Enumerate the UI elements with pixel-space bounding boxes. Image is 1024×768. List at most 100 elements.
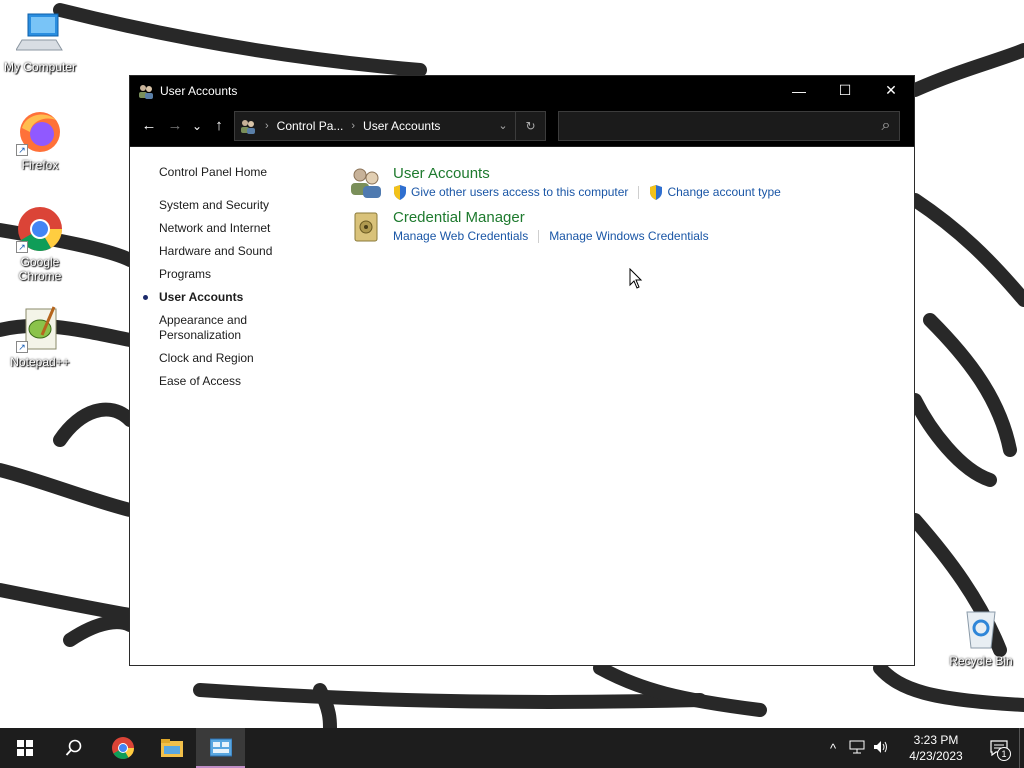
desktop-icon-label: Firefox	[21, 158, 59, 172]
category-credential-manager: Credential Manager Manage Web Credential…	[349, 209, 909, 245]
give-other-users-access-link[interactable]: Give other users access to this computer	[411, 184, 628, 201]
sidebar-item-label: Network and Internet	[159, 221, 271, 235]
control-panel-window: User Accounts — ☐ ✕ ← → ⌄ ↑ › Control Pa…	[129, 75, 915, 666]
show-hidden-icons-chevron-icon[interactable]: ^	[821, 741, 845, 756]
chevron-down-icon: ⌄	[191, 118, 203, 133]
desktop-icon-notepadpp[interactable]: ↗ Notepad++	[0, 305, 80, 369]
category-user-accounts: User Accounts Give other users access to…	[349, 165, 909, 201]
category-title-user-accounts[interactable]: User Accounts	[393, 165, 781, 183]
search-box: ⌕	[558, 110, 900, 141]
category-links: Give other users access to this computer…	[393, 184, 781, 201]
breadcrumb-separator: ›	[351, 119, 356, 132]
mouse-cursor-icon	[629, 268, 643, 289]
sidebar-item-label: Programs	[159, 267, 212, 281]
firefox-icon: ↗	[16, 108, 64, 156]
clock-time: 3:23 PM	[913, 733, 959, 747]
sidebar-item-label: Appearance and Personalization	[159, 313, 248, 342]
sidebar-item-hardware-and-sound[interactable]: Hardware and Sound	[159, 240, 339, 263]
taskbar-file-explorer-button[interactable]	[147, 728, 196, 768]
action-center-button[interactable]: 1	[979, 728, 1019, 768]
taskbar-control-panel-button[interactable]	[196, 728, 245, 768]
forward-arrow-icon: →	[167, 117, 183, 134]
volume-icon[interactable]	[869, 740, 893, 757]
notepadpp-icon: ↗	[16, 305, 64, 353]
desktop-icon-google-chrome[interactable]: ↗ Google Chrome	[0, 205, 80, 283]
close-button[interactable]: ✕	[868, 76, 914, 105]
network-icon[interactable]	[845, 740, 869, 757]
taskbar-chrome-button[interactable]	[98, 728, 147, 768]
sidebar-item-network-and-internet[interactable]: Network and Internet	[159, 217, 339, 240]
clock[interactable]: 3:23 PM 4/23/2023	[899, 732, 973, 764]
link-divider	[538, 230, 540, 243]
control-panel-icon	[209, 738, 232, 757]
sidebar-item-label: User Accounts	[159, 290, 244, 304]
system-tray: ^ 3:23 PM 4/23/2023 1	[821, 728, 1024, 768]
back-arrow-icon: ←	[141, 117, 157, 134]
start-button[interactable]	[0, 728, 49, 768]
desktop-icon-label: Google Chrome	[18, 255, 62, 283]
uac-shield-icon	[394, 185, 406, 200]
start-icon	[16, 740, 33, 756]
category-links: Manage Web Credentials Manage Windows Cr…	[393, 228, 709, 245]
navigation-bar: ← → ⌄ ↑ › Control Pa... › User Accounts …	[130, 105, 914, 147]
user-accounts-icon	[241, 119, 255, 134]
file-explorer-icon	[160, 739, 183, 757]
change-account-type-link[interactable]: Change account type	[667, 184, 780, 201]
taskbar-search-button[interactable]	[49, 728, 98, 768]
desktop-icon-label: Recycle Bin	[949, 654, 1013, 668]
show-desktop-button[interactable]	[1019, 728, 1024, 768]
maximize-icon: ☐	[838, 82, 852, 98]
sidebar-item-label: Ease of Access	[159, 374, 242, 388]
recycle-bin-icon	[957, 604, 1005, 652]
user-accounts-icon[interactable]	[349, 165, 383, 199]
recent-locations-button[interactable]: ⌄	[188, 111, 206, 141]
sidebar-item-user-accounts[interactable]: User Accounts	[143, 286, 339, 309]
search-icon	[65, 739, 81, 756]
sidebar-item-control-panel-home[interactable]: Control Panel Home	[159, 161, 339, 184]
credential-manager-icon[interactable]	[349, 209, 383, 243]
search-icon[interactable]: ⌕	[873, 117, 899, 135]
shortcut-arrow-icon: ↗	[16, 144, 28, 156]
sidebar-item-programs[interactable]: Programs	[159, 263, 339, 286]
minimize-icon: —	[792, 82, 806, 99]
desktop-icon-recycle-bin[interactable]: Recycle Bin	[941, 604, 1021, 668]
sidebar-item-system-and-security[interactable]: System and Security	[159, 194, 339, 217]
desktop-icon-my-computer[interactable]: My Computer	[0, 10, 80, 74]
address-bar[interactable]: › Control Pa... › User Accounts ⌄ ↻	[234, 110, 546, 141]
current-item-bullet-icon	[143, 295, 148, 300]
clock-date: 4/23/2023	[909, 749, 963, 763]
uac-shield-icon	[650, 185, 663, 200]
up-button[interactable]: ↑	[206, 111, 232, 141]
close-icon: ✕	[885, 82, 897, 98]
sidebar-item-ease-of-access[interactable]: Ease of Access	[159, 370, 339, 393]
sidebar-item-label: Hardware and Sound	[159, 244, 273, 258]
minimize-button[interactable]: —	[776, 76, 822, 105]
category-title-credential-manager[interactable]: Credential Manager	[393, 209, 709, 227]
refresh-icon[interactable]: ↻	[515, 111, 545, 140]
back-button[interactable]: ←	[136, 111, 162, 141]
user-accounts-icon	[139, 84, 153, 99]
address-dropdown-icon[interactable]: ⌄	[491, 119, 515, 132]
sidebar-item-label: Clock and Region	[159, 351, 254, 365]
breadcrumb-user-accounts[interactable]: User Accounts	[363, 119, 440, 133]
notification-count-badge: 1	[997, 747, 1011, 761]
chrome-icon	[111, 737, 134, 759]
title-bar[interactable]: User Accounts — ☐ ✕	[130, 76, 914, 105]
search-input[interactable]	[559, 111, 873, 140]
desktop-icon-label: My Computer	[3, 60, 77, 74]
window-title: User Accounts	[160, 83, 238, 98]
forward-button[interactable]: →	[162, 111, 188, 141]
desktop-icon-firefox[interactable]: ↗ Firefox	[0, 108, 80, 172]
manage-windows-credentials-link[interactable]: Manage Windows Credentials	[549, 228, 708, 245]
shortcut-arrow-icon: ↗	[16, 341, 28, 353]
main-panel: User Accounts Give other users access to…	[349, 165, 909, 253]
sidebar-item-label: System and Security	[159, 198, 270, 212]
taskbar: ^ 3:23 PM 4/23/2023 1	[0, 728, 1024, 768]
computer-icon	[15, 10, 64, 58]
maximize-button[interactable]: ☐	[822, 76, 868, 105]
link-divider	[638, 186, 640, 199]
manage-web-credentials-link[interactable]: Manage Web Credentials	[393, 228, 528, 245]
sidebar-item-clock-and-region[interactable]: Clock and Region	[159, 347, 339, 370]
breadcrumb-control-panel[interactable]: Control Pa...	[277, 119, 344, 133]
sidebar-item-appearance-and-personalization[interactable]: Appearance and Personalization	[159, 309, 339, 347]
